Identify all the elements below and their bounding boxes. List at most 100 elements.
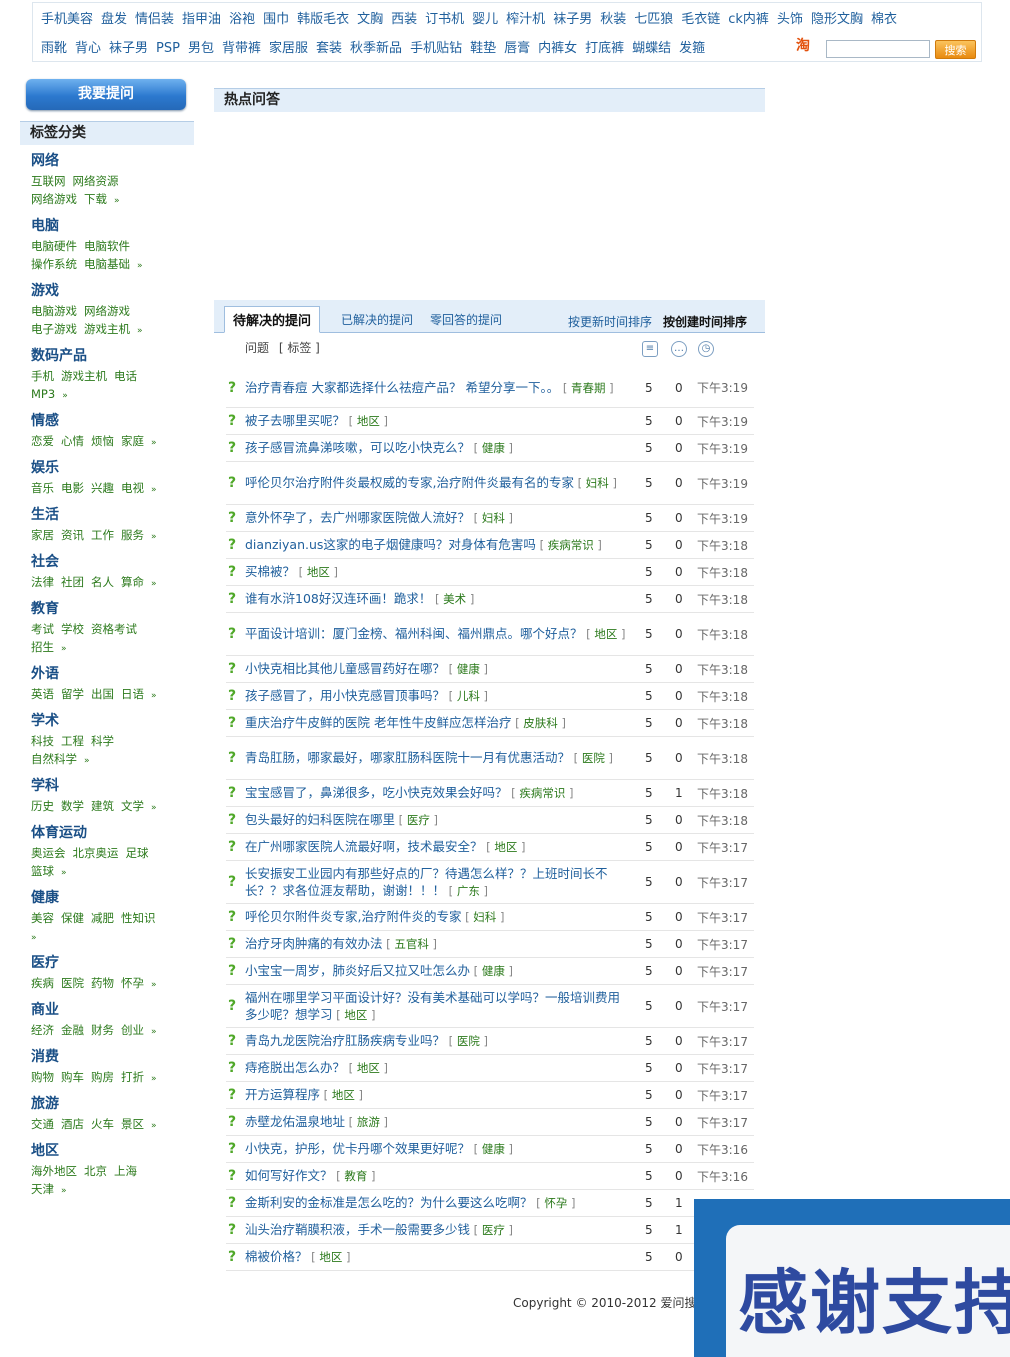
category-link[interactable]: 电子游戏	[31, 322, 77, 336]
more-arrow-icon[interactable]: »	[151, 485, 157, 495]
question-title[interactable]: 治疗青春痘 大家都选择什么祛痘产品？ 希望分享一下。。 [ 青春期 ]	[245, 379, 630, 397]
category-link[interactable]: 电脑软件	[84, 239, 130, 253]
keyword-link[interactable]: 袜子男	[553, 12, 592, 27]
category-link[interactable]: 怀孕	[121, 976, 144, 990]
category-link[interactable]: 英语	[31, 687, 54, 701]
tag-label[interactable]: 地区	[494, 840, 517, 854]
question-title[interactable]: 棉被价格？ [ 地区 ]	[245, 1248, 630, 1266]
category-link[interactable]: 打折	[121, 1070, 144, 1084]
category-link[interactable]: 算命	[121, 575, 144, 589]
tag-label[interactable]: 青春期	[571, 381, 606, 395]
tab-zero-answers[interactable]: 零回答的提问	[430, 311, 502, 328]
category-title[interactable]: 娱乐	[31, 459, 181, 478]
category-link[interactable]: 操作系统	[31, 257, 77, 271]
tag-label[interactable]: 广东	[457, 884, 480, 898]
more-arrow-icon[interactable]: »	[151, 691, 157, 701]
more-arrow-icon[interactable]: »	[151, 803, 157, 813]
tag-label[interactable]: 旅游	[357, 1115, 380, 1129]
category-link[interactable]: 家庭	[121, 434, 144, 448]
keyword-link[interactable]: 发箍	[679, 41, 705, 56]
question-tag[interactable]: [ 健康 ]	[470, 964, 513, 978]
question-tag[interactable]: [ 地区 ]	[320, 1088, 363, 1102]
category-link[interactable]: 上海	[114, 1164, 137, 1178]
question-text[interactable]: 被子去哪里买呢？	[245, 413, 345, 428]
question-tag[interactable]: [ 疾病常识 ]	[536, 538, 602, 552]
more-arrow-icon[interactable]: »	[137, 261, 143, 271]
keyword-link[interactable]: 头饰	[777, 12, 803, 27]
category-link[interactable]: 电脑基础	[84, 257, 130, 271]
category-link[interactable]: 美容	[31, 911, 54, 925]
category-link[interactable]: 财务	[91, 1023, 114, 1037]
category-link[interactable]: 游戏主机	[61, 369, 107, 383]
category-link[interactable]: 网络游戏	[84, 304, 130, 318]
tag-label[interactable]: 医院	[582, 751, 605, 765]
category-link[interactable]: 创业	[121, 1023, 144, 1037]
question-text[interactable]: 呼伦贝尔治疗附件炎最权威的专家,治疗附件炎最有名的专家	[245, 475, 574, 490]
question-tag[interactable]: [ 广东 ]	[445, 884, 488, 898]
category-title[interactable]: 情感	[31, 412, 181, 431]
question-tag[interactable]: [ 皮肤科 ]	[511, 716, 566, 730]
keyword-link[interactable]: 背心	[75, 41, 101, 56]
sort-by-create[interactable]: 按创建时间排序	[663, 313, 747, 330]
keyword-link[interactable]: 打底裤	[585, 41, 624, 56]
question-title[interactable]: 在广州哪家医院人流最好啊，技术最安全？ [ 地区 ]	[245, 838, 630, 856]
question-title[interactable]: 呼伦贝尔治疗附件炎最权威的专家,治疗附件炎最有名的专家 [ 妇科 ]	[245, 474, 630, 492]
more-arrow-icon[interactable]: »	[151, 1027, 157, 1037]
tab-pending[interactable]: 待解决的提问	[224, 306, 321, 333]
more-arrow-icon[interactable]: »	[137, 326, 143, 336]
question-text[interactable]: 青岛肛肠，哪家最好，哪家肛肠科医院十一月有优惠活动？	[245, 750, 570, 765]
category-link[interactable]: 保健	[61, 911, 84, 925]
tag-label[interactable]: 地区	[357, 1061, 380, 1075]
question-text[interactable]: 谁有水浒108好汉连环画！跪求！	[245, 591, 431, 606]
question-title[interactable]: 青岛肛肠，哪家最好，哪家肛肠科医院十一月有优惠活动？ [ 医院 ]	[245, 749, 630, 767]
question-title[interactable]: 谁有水浒108好汉连环画！跪求！ [ 美术 ]	[245, 590, 630, 608]
keyword-link[interactable]: 文胸	[357, 12, 383, 27]
keyword-link[interactable]: ck内裤	[728, 12, 769, 27]
question-text[interactable]: 治疗牙肉肿痛的有效办法	[245, 936, 383, 951]
category-title[interactable]: 网络	[31, 152, 181, 171]
category-link[interactable]: 游戏主机	[84, 322, 130, 336]
question-title[interactable]: 小快克，护彤，优卡丹哪个效果更好呢？ [ 健康 ]	[245, 1140, 630, 1158]
category-link[interactable]: 文学	[121, 799, 144, 813]
keyword-link[interactable]: 榨汁机	[506, 12, 545, 27]
question-title[interactable]: 开方运算程序 [ 地区 ]	[245, 1086, 630, 1104]
question-title[interactable]: 青岛九龙医院治疗肛肠疾病专业吗？ [ 医院 ]	[245, 1032, 630, 1050]
keyword-link[interactable]: 指甲油	[182, 12, 221, 27]
question-tag[interactable]: [ 医疗 ]	[395, 813, 438, 827]
category-link[interactable]: 资格考试	[91, 622, 137, 636]
tag-label[interactable]: 健康	[482, 441, 505, 455]
category-link[interactable]: 日语	[121, 687, 144, 701]
more-arrow-icon[interactable]: »	[151, 438, 157, 448]
category-title[interactable]: 电脑	[31, 217, 181, 236]
category-title[interactable]: 旅游	[31, 1095, 181, 1114]
category-title[interactable]: 学术	[31, 712, 181, 731]
question-title[interactable]: 被子去哪里买呢？ [ 地区 ]	[245, 412, 630, 430]
question-title[interactable]: 赤壁龙佑温泉地址 [ 旅游 ]	[245, 1113, 630, 1131]
category-link[interactable]: 家居	[31, 528, 54, 542]
question-text[interactable]: 孩子感冒了，用小快克感冒顶事吗？	[245, 688, 445, 703]
question-tag[interactable]: [ 五官科 ]	[383, 937, 437, 951]
keyword-link[interactable]: 订书机	[425, 12, 464, 27]
category-link[interactable]: 工作	[91, 528, 114, 542]
question-tag[interactable]: [ 美术 ]	[431, 592, 474, 606]
category-link[interactable]: 电影	[61, 481, 84, 495]
keyword-link[interactable]: 鞋垫	[470, 41, 496, 56]
question-title[interactable]: 金斯利安的金标准是怎么吃的？为什么要这么吃啊？ [ 怀孕 ]	[245, 1194, 630, 1212]
question-text[interactable]: 治疗青春痘 大家都选择什么祛痘产品？ 希望分享一下。。	[245, 380, 559, 395]
category-title[interactable]: 社会	[31, 553, 181, 572]
category-title[interactable]: 健康	[31, 889, 181, 908]
question-text[interactable]: 呼伦贝尔附件炎专家,治疗附件炎的专家	[245, 909, 461, 924]
category-title[interactable]: 地区	[31, 1142, 181, 1161]
question-text[interactable]: 孩子感冒流鼻涕咳嗽，可以吃小快克么？	[245, 440, 470, 455]
question-title[interactable]: 呼伦贝尔附件炎专家,治疗附件炎的专家 [ 妇科 ]	[245, 908, 630, 926]
category-link[interactable]: 奥运会	[31, 846, 66, 860]
category-link[interactable]: 心情	[61, 434, 84, 448]
keyword-link[interactable]: 婴儿	[472, 12, 498, 27]
category-link[interactable]: 科学	[91, 734, 114, 748]
category-link[interactable]: 疾病	[31, 976, 54, 990]
tag-label[interactable]: 美术	[443, 592, 466, 606]
category-link[interactable]: 购房	[91, 1070, 114, 1084]
category-link[interactable]: 天津	[31, 1182, 54, 1196]
category-link[interactable]: 海外地区	[31, 1164, 77, 1178]
category-link[interactable]: 考试	[31, 622, 54, 636]
